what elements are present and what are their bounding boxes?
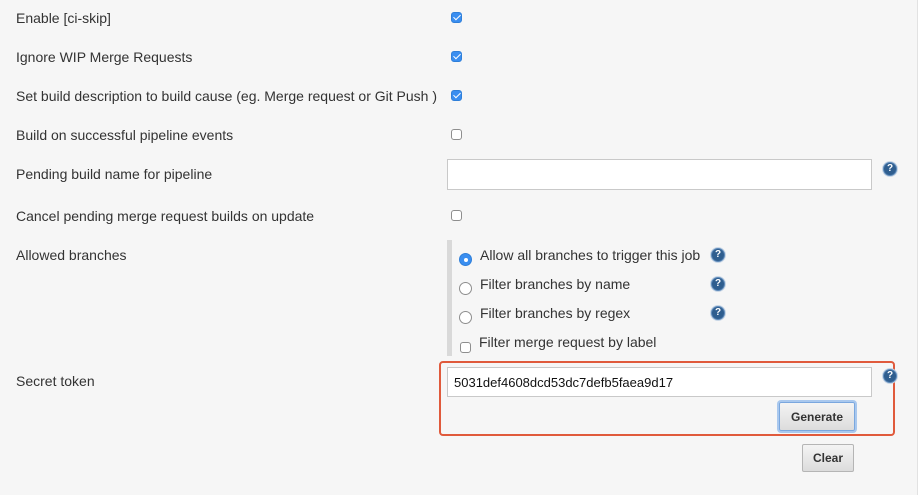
- scrollbar-track[interactable]: [917, 0, 922, 495]
- secret-token-input[interactable]: [447, 367, 872, 397]
- pipeline-events-label: Build on successful pipeline events: [16, 127, 234, 143]
- ignore-wip-label: Ignore WIP Merge Requests: [16, 49, 193, 65]
- radio-filter-by-name[interactable]: [459, 282, 472, 295]
- ci-skip-label: Enable [ci-skip]: [16, 10, 111, 26]
- radio-allow-all-branches[interactable]: [459, 253, 472, 266]
- filter-by-label-label[interactable]: Filter merge request by label: [479, 334, 656, 350]
- question-mark-help-icon[interactable]: ?: [711, 248, 725, 262]
- generate-button[interactable]: Generate: [779, 402, 855, 431]
- filter-by-regex-label[interactable]: Filter branches by regex: [480, 305, 630, 321]
- cancel-pending-label: Cancel pending merge request builds on u…: [16, 208, 315, 224]
- allowed-branches-label: Allowed branches: [16, 247, 127, 263]
- question-mark-help-icon[interactable]: ?: [711, 306, 725, 320]
- secret-token-label: Secret token: [16, 373, 95, 389]
- pending-build-name-input[interactable]: [447, 159, 872, 190]
- radio-group-indicator: [447, 240, 452, 356]
- cancel-pending-checkbox[interactable]: [451, 210, 462, 221]
- ci-skip-checkbox[interactable]: [451, 12, 462, 23]
- question-mark-help-icon[interactable]: ?: [883, 369, 897, 383]
- question-mark-help-icon[interactable]: ?: [711, 277, 725, 291]
- filter-by-label-checkbox[interactable]: [460, 342, 471, 353]
- clear-button[interactable]: Clear: [802, 444, 854, 472]
- radio-filter-by-regex[interactable]: [459, 311, 472, 324]
- build-description-checkbox[interactable]: [451, 90, 462, 101]
- pipeline-events-checkbox[interactable]: [451, 129, 462, 140]
- ignore-wip-checkbox[interactable]: [451, 51, 462, 62]
- question-mark-help-icon[interactable]: ?: [883, 162, 897, 176]
- allow-all-branches-label[interactable]: Allow all branches to trigger this job: [480, 247, 700, 263]
- filter-by-name-label[interactable]: Filter branches by name: [480, 276, 630, 292]
- pending-build-name-label: Pending build name for pipeline: [16, 166, 213, 182]
- build-description-label: Set build description to build cause (eg…: [16, 88, 437, 104]
